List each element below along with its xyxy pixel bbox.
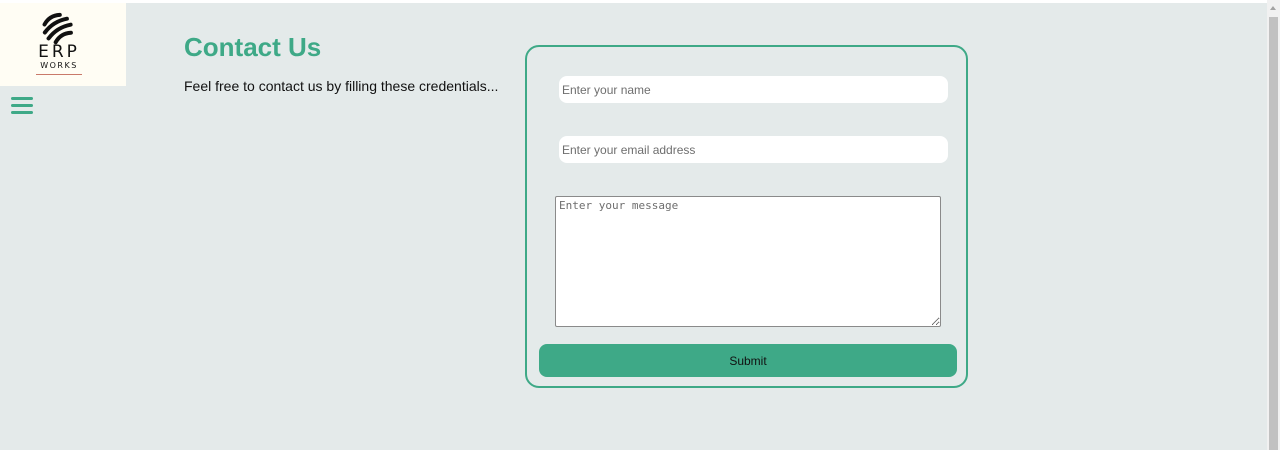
- name-input[interactable]: [559, 76, 948, 103]
- page-subtitle: Feel free to contact us by filling these…: [184, 78, 499, 94]
- hamburger-menu-icon[interactable]: [11, 95, 33, 117]
- email-input[interactable]: [559, 136, 948, 163]
- page-viewport: ERP WORKS Contact Us Feel free to contac…: [0, 3, 1267, 450]
- stripes-logo-icon: [42, 12, 73, 45]
- menu-bar-bottom: [11, 111, 33, 114]
- submit-button[interactable]: Submit: [539, 344, 957, 377]
- page-title: Contact Us: [184, 32, 322, 62]
- logo-tagline-text: WORKS: [40, 61, 78, 70]
- message-textarea[interactable]: [555, 196, 941, 327]
- menu-bar-middle: [11, 104, 33, 107]
- logo-underline: [36, 74, 82, 75]
- vertical-scrollbar[interactable]: [1267, 0, 1280, 450]
- logo-brand-text: ERP: [38, 42, 80, 62]
- scroll-up-arrow-icon[interactable]: [1270, 6, 1276, 10]
- menu-bar-top: [11, 97, 33, 100]
- scroll-thumb[interactable]: [1269, 17, 1278, 450]
- logo[interactable]: ERP WORKS: [0, 3, 126, 86]
